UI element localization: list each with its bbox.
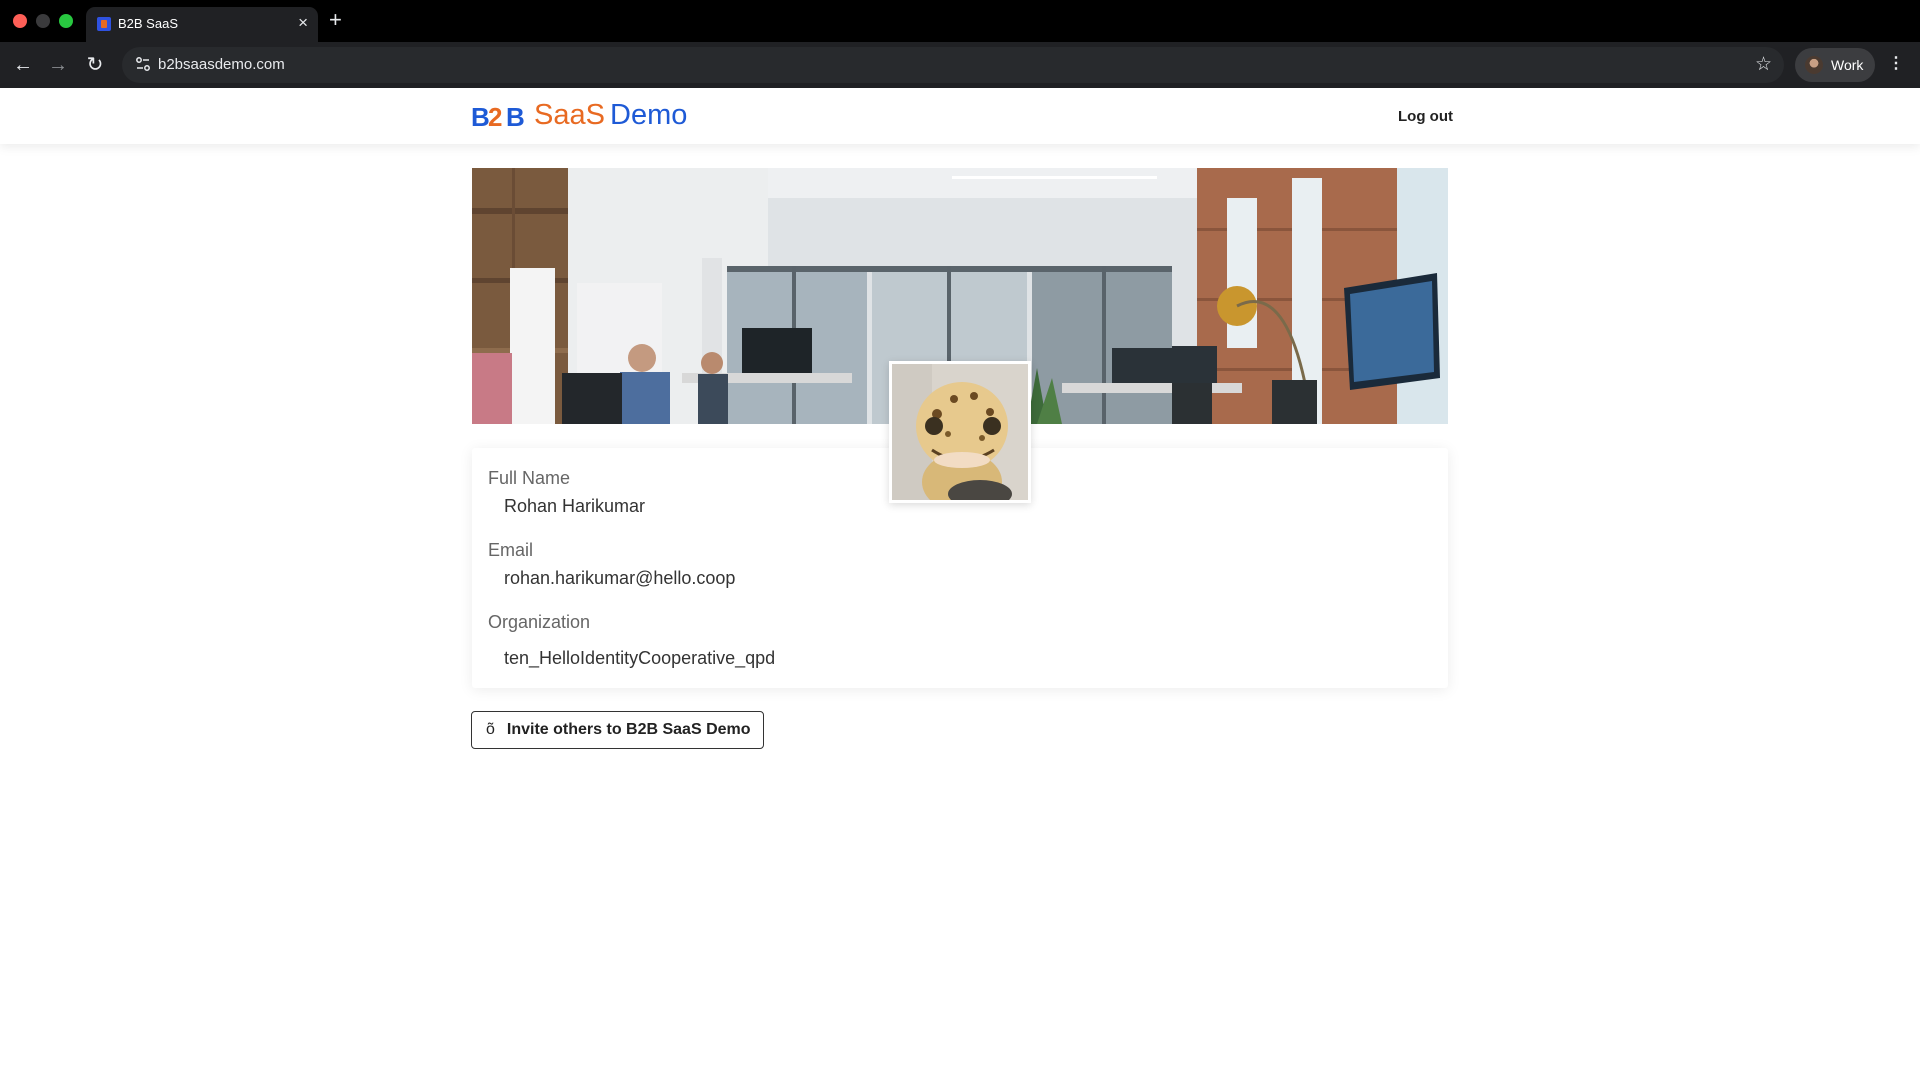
email-label: Email [488,540,534,560]
browser-toolbar: ← → ↻ b2bsaasdemo.com ☆ Work [0,42,1920,88]
full-name-label: Full Name [488,468,571,488]
svg-text:2: 2 [488,105,502,129]
star-icon[interactable]: ☆ [1755,53,1772,76]
browser-tab[interactable]: B2B SaaS × [86,7,318,42]
app-header: B 2 B SaaS Demo Log out [0,88,1920,144]
maximize-window-button[interactable] [59,14,73,28]
avatar [889,361,1031,503]
browser-tab-bar: B2B SaaS × + [0,0,1920,42]
avatar [1805,56,1823,74]
profile-name: Work [1831,57,1864,73]
svg-text:B: B [471,105,490,129]
svg-text:B: B [506,105,525,129]
logout-link[interactable]: Log out [1398,108,1453,125]
close-window-button[interactable] [13,14,27,28]
favicon-icon [97,17,111,31]
close-icon[interactable]: × [298,13,308,33]
email-value: rohan.harikumar@hello.coop [504,568,736,588]
brand-name-demo: Demo [610,99,688,131]
full-name-value: Rohan Harikumar [504,496,646,516]
organization-value: ten_HelloIdentityCooperative_qpd [504,648,776,668]
invite-icon: õ [486,721,495,738]
minimize-window-button[interactable] [36,14,50,28]
arrow-right-icon[interactable]: → [45,52,71,78]
reload-icon[interactable]: ↻ [82,52,108,78]
organization-label: Organization [488,612,591,632]
arrow-left-icon[interactable]: ← [10,52,36,78]
address-bar[interactable]: b2bsaasdemo.com ☆ [122,47,1784,83]
logo-icon: B 2 B [471,105,525,129]
plus-icon[interactable]: + [329,7,342,33]
tab-title: B2B SaaS [118,16,178,31]
invite-others-label: Invite others to B2B SaaS Demo [506,721,751,738]
tune-icon[interactable] [134,55,152,73]
url-text: b2bsaasdemo.com [158,56,285,73]
more-vertical-icon[interactable]: ⋮ [1888,52,1904,76]
invite-others-button[interactable]: õ Invite others to B2B SaaS Demo [471,711,764,749]
profile-button[interactable]: Work [1795,48,1875,82]
brand-name-saas: SaaS [534,99,605,131]
